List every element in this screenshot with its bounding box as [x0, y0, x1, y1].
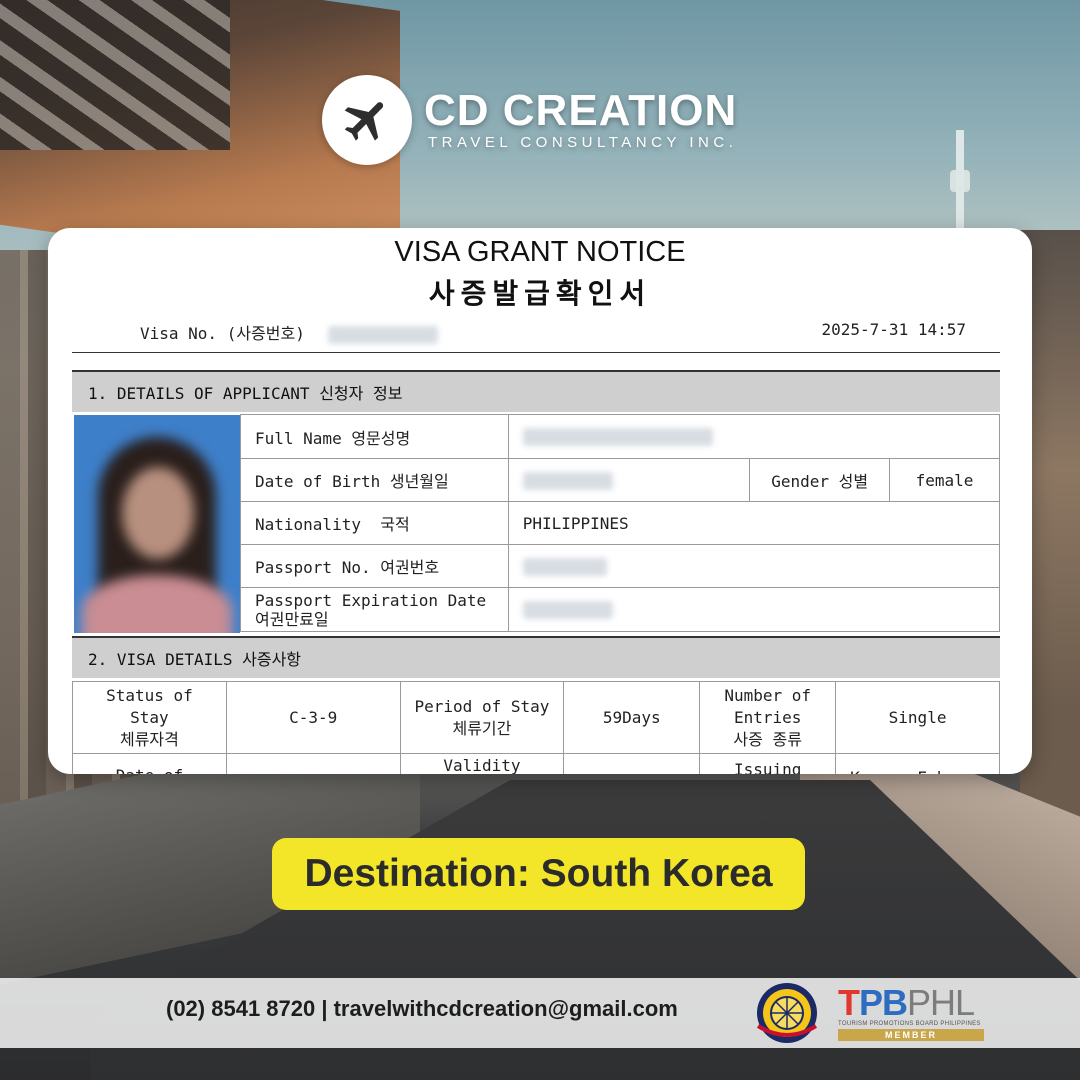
- doc-title-en: VISA GRANT NOTICE: [394, 236, 686, 268]
- expiry-label-ko: 여권만료일: [255, 609, 329, 629]
- divider: [72, 352, 1000, 353]
- period-value: 59Days: [563, 681, 701, 754]
- airplane-icon: [322, 75, 412, 165]
- applicant-photo: [74, 415, 240, 633]
- gender-value: female: [889, 458, 1000, 502]
- dob-value: [507, 458, 751, 502]
- table-row: Passport Expiration Date 여권만료일: [240, 587, 1001, 632]
- visa-number-redacted: [328, 325, 439, 344]
- expiry-label-en: Passport Expiration Date: [255, 590, 487, 610]
- contact-info: (02) 8541 8720 | travelwithcdcreation@gm…: [166, 996, 678, 1021]
- section-applicant-header: 1. DETAILS OF APPLICANT 신청자 정보: [72, 370, 1000, 412]
- nationality-label: Nationality 국적: [240, 501, 509, 545]
- status-label: Status of Stay 체류자격: [72, 681, 227, 754]
- section-visa-header: 2. VISA DETAILS 사증사항: [72, 636, 1000, 678]
- brand-name: CD CREATION: [424, 86, 738, 135]
- tpb-phl-logo: TPBPHL TOURISM PROMOTIONS BOARD PHILIPPI…: [838, 984, 988, 1042]
- nationality-value: PHILIPPINES: [507, 501, 1001, 545]
- table-row: Nationality 국적 PHILIPPINES: [240, 501, 1001, 545]
- full-name-label: Full Name 영문성명: [240, 414, 509, 459]
- period-label: Period of Stay 체류기간: [399, 681, 565, 754]
- applicant-table: Full Name 영문성명 Date of Birth 생년월일 Gender…: [240, 414, 1001, 632]
- table-row: Date of Issue Validity Period Issuing Ko…: [72, 753, 1000, 774]
- visa-notice-card: VISA GRANT NOTICE 사증발급확인서 Visa No. (사증번호…: [48, 228, 1032, 774]
- visa-number-row: Visa No. (사증번호): [140, 320, 439, 344]
- dot-seal-icon: [756, 983, 818, 1043]
- full-name-value: [507, 414, 1001, 459]
- gender-label: Gender 성별: [749, 458, 891, 502]
- table-row: Date of Birth 생년월일 Gender 성별 female: [240, 458, 1000, 502]
- validity-label: Validity Period: [399, 753, 565, 774]
- issue-date-label: Date of Issue: [72, 753, 227, 774]
- passport-value: [507, 544, 1001, 588]
- validity-value: [563, 753, 701, 774]
- visa-number-label: Visa No. (사증번호): [140, 324, 305, 343]
- entries-value: Single: [835, 681, 1000, 754]
- expiry-label: Passport Expiration Date 여권만료일: [240, 587, 509, 632]
- brand-logo: CD CREATION TRAVEL CONSULTANCY INC.: [322, 75, 737, 165]
- table-row: Full Name 영문성명: [240, 414, 1001, 459]
- issuing-label: Issuing: [699, 753, 837, 774]
- issue-datetime: 2025-7-31 14:57: [821, 320, 967, 339]
- brand-subtitle: TRAVEL CONSULTANCY INC.: [428, 134, 738, 151]
- table-row: Passport No. 여권번호: [240, 544, 1001, 588]
- dob-label: Date of Birth 생년월일: [240, 458, 509, 502]
- doc-title-ko: 사증발급확인서: [428, 278, 652, 309]
- entries-label: Number of Entries 사증 종류: [699, 681, 837, 754]
- destination-badge: Destination: South Korea: [272, 838, 805, 910]
- issuing-value: Korean Embassy: [835, 753, 1000, 774]
- passport-label: Passport No. 여권번호: [240, 544, 509, 588]
- visa-table: Status of Stay 체류자격 C-3-9 Period of Stay…: [72, 681, 1000, 774]
- table-row: Status of Stay 체류자격 C-3-9 Period of Stay…: [72, 681, 1000, 754]
- footer-bar: (02) 8541 8720 | travelwithcdcreation@gm…: [0, 978, 1080, 1048]
- status-value: C-3-9: [225, 681, 401, 754]
- issue-date-value: [225, 753, 401, 774]
- expiry-value: [507, 587, 1001, 632]
